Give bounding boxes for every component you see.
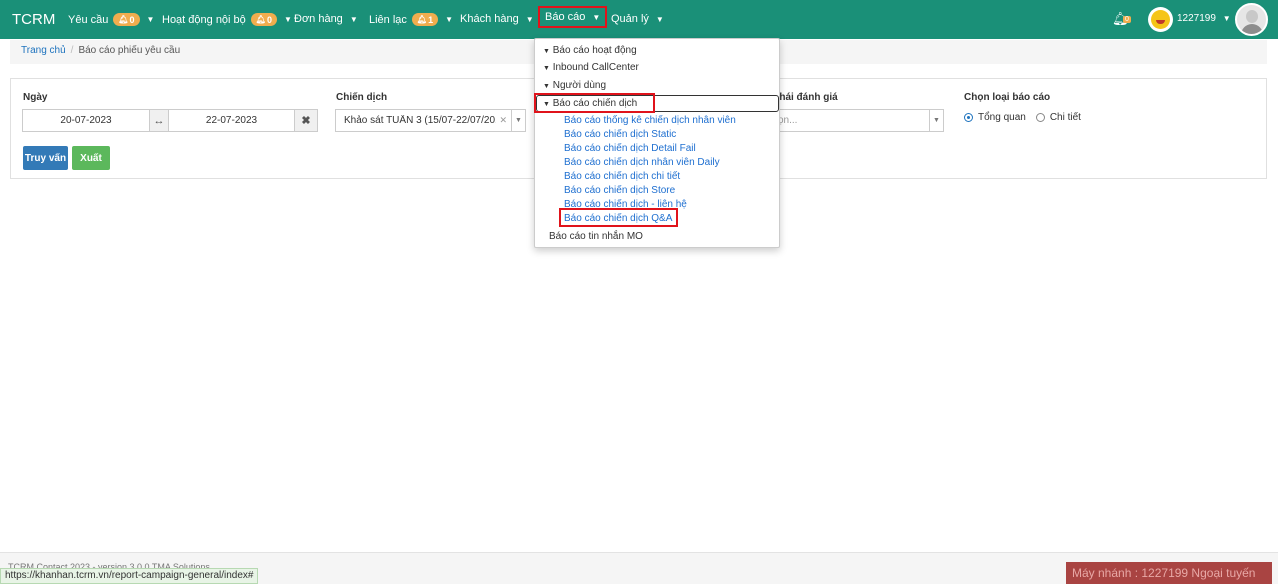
nav-yeu-cau[interactable]: Yêu cầu 🔔︎ 0 ▼ — [68, 13, 154, 26]
avatar[interactable] — [1235, 3, 1268, 36]
nav-don-hang[interactable]: Đơn hàng ▼ — [294, 13, 358, 25]
caret-down-icon: ▼ — [525, 14, 534, 24]
chevron-down-icon: ▼ — [929, 110, 943, 131]
date-range-arrow-icon: ↔ — [149, 109, 169, 132]
caret-down-icon: ▼ — [445, 15, 454, 24]
nav-label: Hoạt động nội bộ — [162, 13, 246, 26]
highlight-box-qa-item — [559, 208, 678, 227]
clear-date-icon[interactable]: ✖ — [294, 109, 318, 132]
top-navbar: TCRM Yêu cầu 🔔︎ 0 ▼ Hoạt động nội bộ 🔔︎ 0 … — [0, 0, 1278, 39]
nav-label: Đơn hàng — [294, 13, 343, 25]
caret-down-icon: ▼ — [655, 14, 664, 24]
nav-label: Yêu cầu — [68, 13, 109, 26]
date-to-input[interactable]: 22-07-2023 — [168, 109, 295, 132]
nav-bao-cao[interactable]: Báo cáo ▼ — [538, 6, 608, 28]
menu-item-campaign-detail-fail[interactable]: Báo cáo chiến dịch Detail Fail — [564, 143, 696, 154]
bell-icon: 🔔︎ — [416, 15, 428, 24]
report-type-label: Chọn loại báo cáo — [964, 92, 1051, 103]
status-label: thái đánh giá — [776, 92, 838, 103]
bell-icon: 🔔︎ — [255, 15, 266, 24]
campaign-select[interactable]: Khảo sát TUẦN 3 (15/07-22/07/20... ✕ ▼ — [335, 109, 526, 132]
report-type-radio-group: Tổng quan Chi tiết — [964, 112, 1081, 123]
smiley-icon[interactable] — [1148, 7, 1173, 32]
breadcrumb-home-link[interactable]: Trang chủ — [21, 45, 66, 56]
campaign-selected-value: Khảo sát TUẦN 3 (15/07-22/07/20... — [344, 115, 496, 126]
browser-status-url: https://khanhan.tcrm.vn/report-campaign-… — [0, 568, 259, 584]
menu-group-activity-report[interactable]: ▼ Báo cáo hoạt động — [543, 45, 637, 56]
clear-icon[interactable]: ✕ — [499, 115, 507, 126]
menu-group-users[interactable]: ▼ Người dùng — [543, 80, 606, 91]
breadcrumb-current: Báo cáo phiếu yêu cầu — [78, 45, 181, 56]
count-badge: 🔔︎ 1 — [411, 13, 439, 26]
nav-label: Báo cáo — [545, 11, 586, 23]
caret-down-icon: ▼ — [543, 65, 550, 72]
nav-hoat-dong-noi-bo[interactable]: Hoạt động nội bộ 🔔︎ 0 ▼ — [162, 13, 292, 26]
query-button[interactable]: Truy vấn — [23, 146, 68, 170]
caret-down-icon: ▼ — [349, 14, 358, 24]
brand-logo[interactable]: TCRM — [12, 11, 55, 28]
count-badge: 🔔︎ 0 — [250, 13, 277, 26]
status-select[interactable]: ọn... ▼ — [769, 109, 944, 132]
caret-down-icon: ▼ — [592, 12, 601, 22]
caret-down-icon: ▼ — [1222, 14, 1231, 23]
menu-item-campaign-static[interactable]: Báo cáo chiến dịch Static — [564, 129, 676, 140]
notification-count: 0 — [1123, 16, 1131, 23]
campaign-label: Chiến dịch — [336, 92, 388, 103]
menu-item-campaign-staff-daily[interactable]: Báo cáo chiến dịch nhân viên Daily — [564, 157, 720, 168]
caret-down-icon: ▼ — [543, 83, 550, 90]
user-menu[interactable]: 1227199 ▼ — [1177, 13, 1231, 24]
export-button[interactable]: Xuất — [72, 146, 110, 170]
menu-group-inbound-callcenter[interactable]: ▼ Inbound CallCenter — [543, 62, 639, 73]
bell-icon: 🔔︎ — [118, 15, 129, 24]
nav-label: Liên lạc — [369, 13, 407, 26]
nav-label: Quản lý — [611, 13, 649, 25]
menu-item-mo-sms-report[interactable]: Báo cáo tin nhắn MO — [549, 231, 643, 242]
caret-down-icon: ▼ — [283, 15, 292, 24]
caret-down-icon: ▼ — [543, 48, 550, 55]
extension-status-badge[interactable]: Máy nhánh : 1227199 Ngoại tuyến — [1066, 562, 1272, 584]
nav-quan-ly[interactable]: Quản lý ▼ — [611, 13, 664, 25]
radio-detail[interactable] — [1035, 113, 1045, 122]
date-label: Ngày — [23, 92, 48, 103]
chevron-down-icon: ▼ — [511, 110, 525, 131]
nav-lien-lac[interactable]: Liên lạc 🔔︎ 1 ▼ — [369, 13, 453, 26]
menu-item-campaign-staff-stats[interactable]: Báo cáo thống kê chiến dịch nhân viên — [564, 115, 736, 126]
radio-detail-label[interactable]: Chi tiết — [1050, 112, 1081, 123]
highlight-box-campaign-group — [534, 93, 655, 113]
nav-khach-hang[interactable]: Khách hàng ▼ — [460, 13, 534, 25]
count-badge: 🔔︎ 0 — [113, 13, 140, 26]
radio-overview-label[interactable]: Tổng quan — [978, 112, 1026, 123]
caret-down-icon: ▼ — [146, 15, 155, 24]
date-from-input[interactable]: 20-07-2023 — [22, 109, 150, 132]
menu-item-campaign-store[interactable]: Báo cáo chiến dịch Store — [564, 185, 675, 196]
username: 1227199 — [1177, 13, 1216, 24]
notification-button[interactable]: 🔔︎ 0 — [1112, 11, 1131, 27]
breadcrumb-separator: / — [70, 45, 74, 56]
radio-overview[interactable] — [964, 113, 973, 122]
menu-item-campaign-detail[interactable]: Báo cáo chiến dịch chi tiết — [564, 171, 680, 182]
nav-label: Khách hàng — [460, 13, 519, 25]
